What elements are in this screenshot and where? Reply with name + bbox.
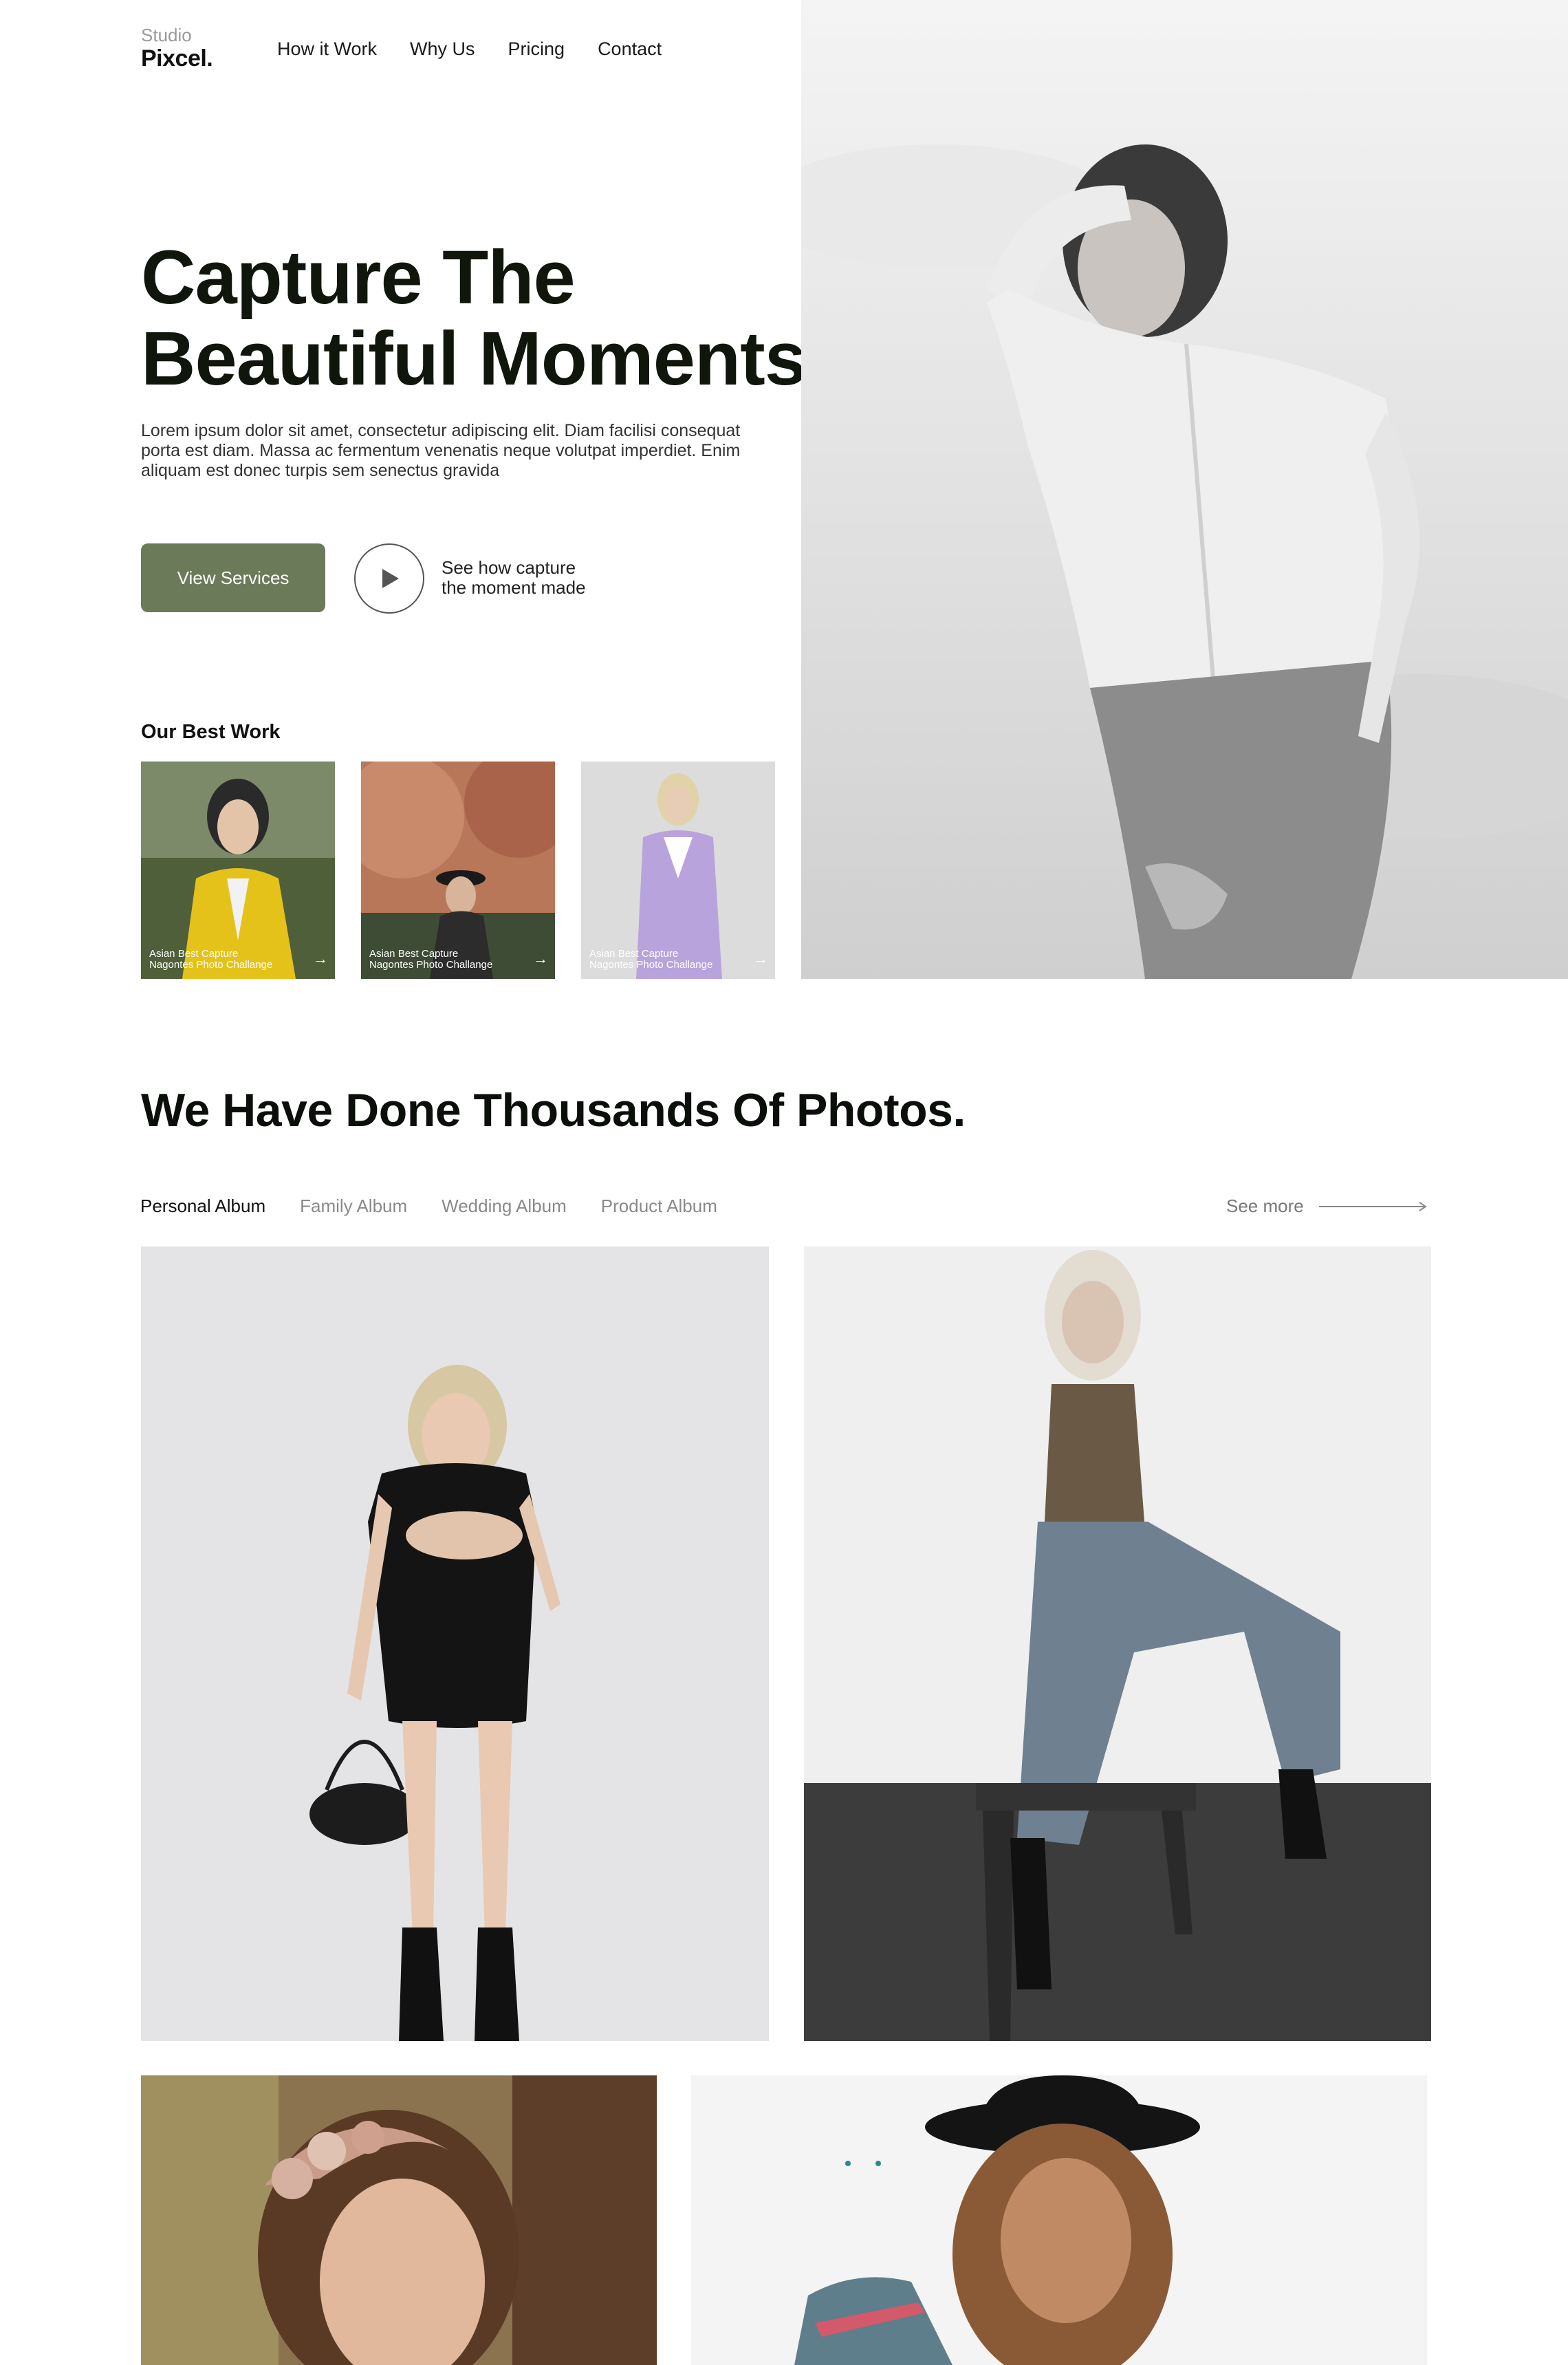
tab-family-album[interactable]: Family Album — [300, 1196, 407, 1217]
play-video-caption: See how capture the moment made — [442, 558, 634, 598]
hero-title: Capture The Beautiful Moments. — [141, 237, 827, 400]
best-work-caption: Asian Best Capture Nagontes Photo Challa… — [589, 949, 727, 971]
caption-line1: Asian Best Capture — [589, 948, 679, 960]
gallery-photo[interactable] — [691, 2075, 1427, 2365]
arrow-right-icon: → — [753, 950, 768, 967]
hero-title-line2: Beautiful Moments. — [141, 316, 827, 401]
main-nav: How it Work Why Us Pricing Contact — [277, 39, 662, 60]
nav-contact[interactable]: Contact — [598, 39, 662, 60]
caption-line2: Nagontes Photo Challange — [369, 959, 493, 971]
nav-why-us[interactable]: Why Us — [410, 39, 475, 60]
view-services-button[interactable]: View Services — [141, 543, 325, 612]
arrow-right-icon: → — [313, 950, 328, 967]
see-more-label: See more — [1226, 1196, 1304, 1216]
album-tabs: Personal Album Family Album Wedding Albu… — [140, 1196, 717, 1217]
best-work-card[interactable]: Asian Best Capture Nagontes Photo Challa… — [361, 762, 555, 979]
gallery-photo-illustration — [141, 2075, 657, 2365]
tab-personal-album[interactable]: Personal Album — [140, 1196, 265, 1217]
play-caption-line2: the moment made — [442, 577, 586, 598]
logo[interactable]: Pixcel. — [141, 45, 213, 72]
caption-line2: Nagontes Photo Challange — [149, 959, 273, 971]
nav-pricing[interactable]: Pricing — [508, 39, 565, 60]
best-work-photo — [361, 762, 555, 979]
gallery-photo[interactable] — [141, 2075, 657, 2365]
hero-photo-illustration — [801, 0, 1568, 979]
gallery-photo-illustration — [141, 1246, 769, 2041]
see-more-link[interactable]: See more — [1226, 1196, 1428, 1217]
gallery-photo-illustration — [691, 2075, 1427, 2365]
best-work-card[interactable]: Asian Best Capture Nagontes Photo Challa… — [141, 762, 335, 979]
hero-photo — [801, 0, 1568, 979]
best-work-title: Our Best Work — [141, 721, 281, 743]
long-arrow-right-icon — [1318, 1201, 1427, 1211]
hero-description: Lorem ipsum dolor sit amet, consectetur … — [141, 421, 741, 480]
gallery-photo-illustration — [804, 1246, 1431, 2041]
gallery-title: We Have Done Thousands Of Photos. — [141, 1084, 966, 1136]
tab-product-album[interactable]: Product Album — [601, 1196, 717, 1217]
tab-wedding-album[interactable]: Wedding Album — [442, 1196, 567, 1217]
play-video-button[interactable] — [354, 543, 424, 614]
play-icon — [382, 569, 399, 588]
play-caption-line1: See how capture — [442, 557, 576, 578]
caption-line1: Asian Best Capture — [369, 948, 459, 960]
gallery-photo[interactable] — [141, 1246, 769, 2041]
best-work-photo — [141, 762, 335, 979]
hero-title-line1: Capture The — [141, 235, 576, 320]
best-work-caption: Asian Best Capture Nagontes Photo Challa… — [149, 949, 287, 971]
caption-line2: Nagontes Photo Challange — [589, 959, 713, 971]
arrow-right-icon: → — [533, 950, 548, 967]
caption-line1: Asian Best Capture — [149, 948, 239, 960]
best-work-card[interactable]: Asian Best Capture Nagontes Photo Challa… — [581, 762, 775, 979]
best-work-caption: Asian Best Capture Nagontes Photo Challa… — [369, 949, 507, 971]
nav-how-it-work[interactable]: How it Work — [277, 39, 377, 60]
best-work-photo — [581, 762, 775, 979]
gallery-photo[interactable] — [804, 1246, 1431, 2041]
logo-small-text: Studio — [141, 25, 192, 45]
